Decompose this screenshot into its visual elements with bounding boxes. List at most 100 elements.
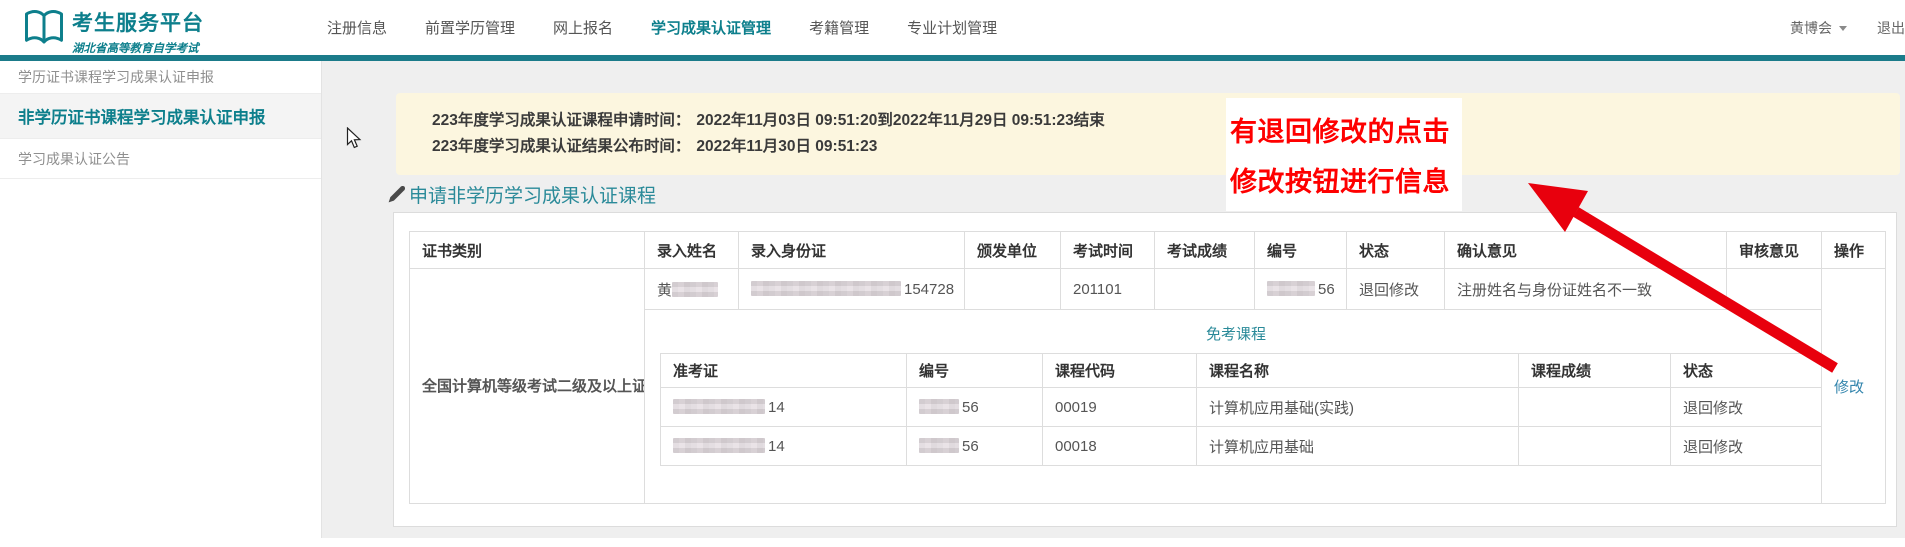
cell-number: 56: [1255, 269, 1347, 310]
mouse-cursor-icon: [346, 127, 363, 150]
cell-course-status: 退回修改: [1671, 427, 1822, 466]
sidebar-item-nondegree-cert-apply[interactable]: 非学历证书课程学习成果认证申报: [0, 94, 321, 139]
user-menu[interactable]: 黄博会: [1790, 0, 1847, 55]
brand-subtitle: 湖北省高等教育自学考试: [72, 40, 204, 56]
col-header-entered-name: 录入姓名: [645, 232, 739, 269]
cell-review-opinion: [1727, 269, 1822, 310]
logout-link[interactable]: 退出: [1877, 0, 1905, 55]
cell-exam-score: [1155, 269, 1255, 310]
sidebar-item-cert-announcement[interactable]: 学习成果认证公告: [0, 139, 321, 179]
exempt-course-row: 14 56 00019 计算机应用基础(实践) 退回修改: [661, 388, 1822, 427]
redacted-sub-number: [919, 399, 959, 414]
cell-cert-type: 全国计算机等级考试二级及以上证书: [410, 269, 645, 504]
notice-line-result-time: 223年度学习成果认证结果公布时间： 2022年11月30日 09:51:23: [432, 134, 1900, 160]
col-header-admission-ticket: 准考证: [661, 354, 907, 388]
cell-entered-name: 黄: [645, 269, 739, 310]
notice-apply-value: 2022年11月03日 09:51:20到2022年11月29日 09:51:2…: [696, 112, 1104, 129]
cell-issuing-unit: [965, 269, 1061, 310]
col-header-course-score: 课程成绩: [1519, 354, 1671, 388]
col-header-action: 操作: [1822, 232, 1886, 269]
sidebar: 学历证书课程学习成果认证申报 非学历证书课程学习成果认证申报 学习成果认证公告: [0, 61, 322, 538]
exempt-header-row: 准考证 编号 课程代码 课程名称 课程成绩 状态: [661, 354, 1822, 388]
ticket-suffix: 14: [768, 399, 785, 416]
open-book-icon: [23, 7, 65, 49]
nav-item-register-info[interactable]: 注册信息: [327, 17, 387, 38]
redacted-id: [751, 281, 901, 296]
col-header-course-code: 课程代码: [1043, 354, 1197, 388]
number-suffix: 56: [1318, 281, 1335, 298]
notice-result-value: 2022年11月30日 09:51:23: [696, 138, 877, 155]
section-title-text: 申请非学历学习成果认证课程: [409, 181, 656, 208]
cell-exam-time: 201101: [1061, 269, 1155, 310]
cell-course-status: 退回修改: [1671, 388, 1822, 427]
redacted-ticket: [673, 438, 765, 453]
notice-apply-label: 223年度学习成果认证课程申请时间：: [432, 112, 690, 129]
col-header-number: 编号: [1255, 232, 1347, 269]
col-header-confirm-opinion: 确认意见: [1445, 232, 1727, 269]
ticket-suffix: 14: [768, 438, 785, 455]
col-header-exam-time: 考试时间: [1061, 232, 1155, 269]
annotation-line-1: 有退回修改的点击: [1230, 110, 1462, 149]
notice-line-apply-time: 223年度学习成果认证课程申请时间： 2022年11月03日 09:51:20到2…: [432, 108, 1900, 134]
cell-course-name: 计算机应用基础(实践): [1197, 388, 1519, 427]
cell-course-name: 计算机应用基础: [1197, 427, 1519, 466]
nav-item-prior-education[interactable]: 前置学历管理: [425, 17, 515, 38]
table-row: 全国计算机等级考试二级及以上证书 黄 154728 201101 56 退回修改…: [410, 269, 1886, 310]
annotation-line-2: 修改按钮进行信息: [1230, 160, 1462, 199]
cell-exempt-courses: 免考课程 准考证 编号 课程代码 课程: [645, 310, 1822, 504]
exempt-course-row: 14 56 00018 计算机应用基础 退回修改: [661, 427, 1822, 466]
nav-item-major-plan-mgmt[interactable]: 专业计划管理: [907, 17, 997, 38]
redacted-sub-number: [919, 438, 959, 453]
annotation-note: 有退回修改的点击 修改按钮进行信息: [1226, 98, 1462, 211]
nav-item-exam-record-mgmt[interactable]: 考籍管理: [809, 17, 869, 38]
cell-status: 退回修改: [1347, 269, 1445, 310]
app-header: 考生服务平台 湖北省高等教育自学考试 注册信息 前置学历管理 网上报名 学习成果…: [0, 0, 1905, 55]
nav-item-online-signup[interactable]: 网上报名: [553, 17, 613, 38]
page: 考生服务平台 湖北省高等教育自学考试 注册信息 前置学历管理 网上报名 学习成果…: [0, 0, 1905, 547]
col-header-course-status: 状态: [1671, 354, 1822, 388]
col-header-exam-score: 考试成绩: [1155, 232, 1255, 269]
cell-sub-number: 56: [907, 388, 1043, 427]
cell-admission-ticket: 14: [661, 388, 907, 427]
redacted-number: [1267, 281, 1315, 296]
cell-confirm-opinion: 注册姓名与身份证姓名不一致: [1445, 269, 1727, 310]
cell-course-code: 00018: [1043, 427, 1197, 466]
id-suffix: 154728: [904, 281, 954, 298]
modify-link[interactable]: 修改: [1834, 379, 1864, 396]
cell-action: 修改: [1822, 269, 1886, 504]
sidebar-item-degree-cert-apply[interactable]: 学历证书课程学习成果认证申报: [0, 61, 321, 94]
table-header-row: 证书类别 录入姓名 录入身份证 颁发单位 考试时间 考试成绩 编号 状态 确认意…: [410, 232, 1886, 269]
sub-number-suffix: 56: [962, 399, 979, 416]
notice-banner: 223年度学习成果认证课程申请时间： 2022年11月03日 09:51:20到2…: [396, 93, 1900, 175]
caret-down-icon: [1839, 26, 1847, 31]
col-header-sub-number: 编号: [907, 354, 1043, 388]
redacted-ticket: [673, 399, 765, 414]
notice-result-label: 223年度学习成果认证结果公布时间：: [432, 138, 690, 155]
certificates-table: 证书类别 录入姓名 录入身份证 颁发单位 考试时间 考试成绩 编号 状态 确认意…: [409, 231, 1886, 504]
nav-item-learning-cert-mgmt[interactable]: 学习成果认证管理: [651, 17, 771, 38]
main-nav: 注册信息 前置学历管理 网上报名 学习成果认证管理 考籍管理 专业计划管理: [327, 0, 997, 55]
col-header-entered-id: 录入身份证: [739, 232, 965, 269]
col-header-review-opinion: 审核意见: [1727, 232, 1822, 269]
brand: 考生服务平台 湖北省高等教育自学考试: [72, 7, 204, 56]
cell-course-score: [1519, 427, 1671, 466]
col-header-status: 状态: [1347, 232, 1445, 269]
cell-admission-ticket: 14: [661, 427, 907, 466]
sub-number-suffix: 56: [962, 438, 979, 455]
cell-course-code: 00019: [1043, 388, 1197, 427]
content-panel: 证书类别 录入姓名 录入身份证 颁发单位 考试时间 考试成绩 编号 状态 确认意…: [393, 212, 1897, 527]
redacted-name: [672, 282, 718, 297]
cell-entered-id: 154728: [739, 269, 965, 310]
cell-sub-number: 56: [907, 427, 1043, 466]
bottom-strip: [0, 538, 1905, 547]
name-visible: 黄: [657, 282, 672, 299]
user-name: 黄博会: [1790, 18, 1832, 38]
brand-title: 考生服务平台: [72, 7, 204, 37]
cell-course-score: [1519, 388, 1671, 427]
section-title: 申请非学历学习成果认证课程: [386, 181, 656, 208]
col-header-issuing-unit: 颁发单位: [965, 232, 1061, 269]
col-header-cert-type: 证书类别: [410, 232, 645, 269]
col-header-course-name: 课程名称: [1197, 354, 1519, 388]
exempt-courses-title: 免考课程: [657, 323, 1815, 344]
exempt-courses-table: 准考证 编号 课程代码 课程名称 课程成绩 状态 14: [660, 353, 1822, 466]
